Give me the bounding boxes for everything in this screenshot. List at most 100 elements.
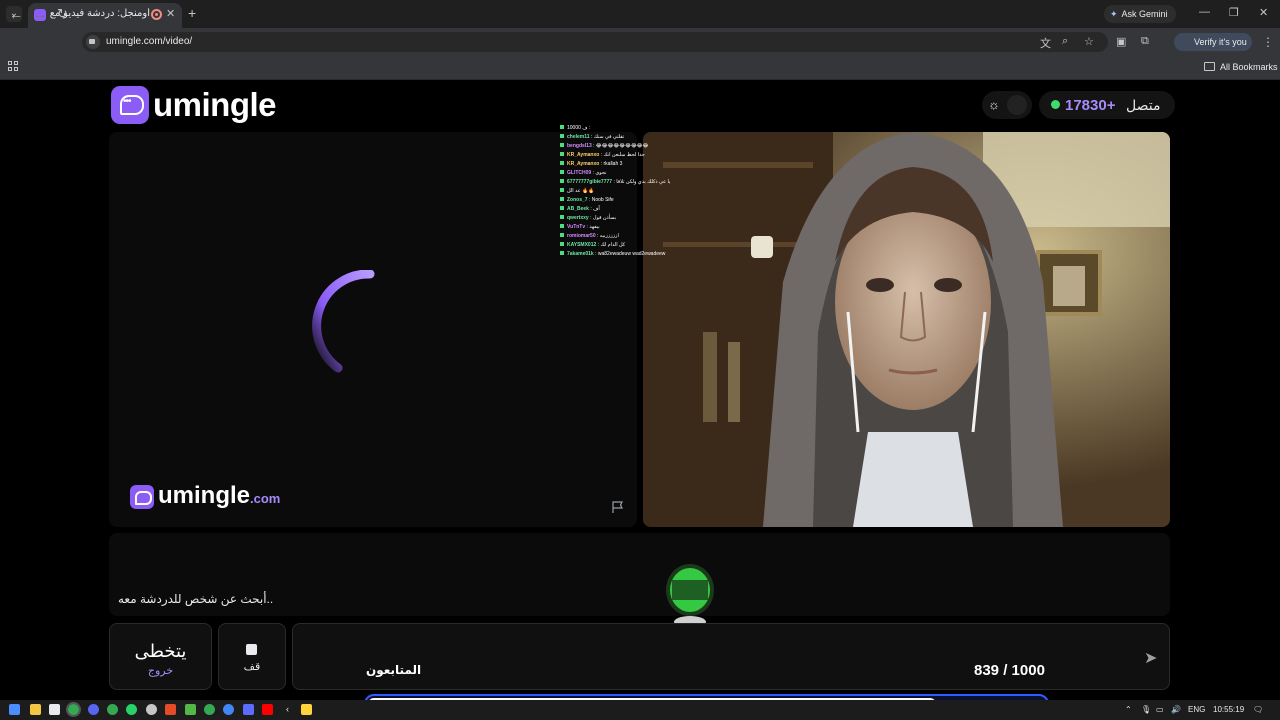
- chat-username: chelem11: [567, 134, 591, 140]
- close-tab-icon[interactable]: ✕: [166, 7, 175, 20]
- close-window-icon[interactable]: ✕: [1259, 6, 1268, 19]
- chrome-icon[interactable]: [107, 704, 118, 715]
- umingle-logo-icon[interactable]: [111, 86, 149, 124]
- chat-overlay-line: 67777777gibie7777 : يا عي ذكلك بدي ولكن …: [560, 178, 670, 187]
- chat-message: : آف: [590, 206, 600, 212]
- chrome-profile-icon[interactable]: [204, 704, 215, 715]
- back-arrow-icon[interactable]: ←: [9, 6, 23, 22]
- forward-arrow-icon[interactable]: →: [33, 6, 47, 22]
- searching-status-text: ..أبحث عن شخص للدردشة معه: [118, 592, 274, 606]
- zoom-icon[interactable]: ⌕: [1062, 35, 1068, 48]
- chat-badge-icon: [560, 125, 564, 129]
- tray-chevron-icon[interactable]: ⌃: [1125, 705, 1132, 714]
- notifications-icon[interactable]: 🗨: [1253, 705, 1263, 714]
- bookmark-star-icon[interactable]: ☆: [1084, 35, 1094, 48]
- chat-overlay-line: Zonos_7 : Noob Sife: [560, 196, 614, 205]
- verify-its-you-button[interactable]: Verify it's you: [1174, 33, 1252, 51]
- app-icon[interactable]: [243, 704, 254, 715]
- chat-message: : نجوى: [592, 170, 607, 176]
- minecraft-icon[interactable]: [185, 704, 196, 715]
- translate-icon[interactable]: 文: [1040, 35, 1051, 51]
- discord-icon[interactable]: [88, 704, 99, 715]
- chat-badge-icon: [560, 224, 564, 228]
- minimize-window-icon[interactable]: —: [1199, 6, 1210, 18]
- loading-spinner: [312, 270, 375, 373]
- chat-message: : يا عي ذكلك بدي ولكن تلاقا: [613, 179, 671, 185]
- chat-message: : ازززززبيه: [597, 233, 619, 239]
- chat-overlay-line: chelem11 : تقلتي في ستك: [560, 133, 624, 142]
- chrome-profile-2-icon[interactable]: [223, 704, 234, 715]
- chat-badge-icon: [560, 170, 564, 174]
- chat-message: : بسأذن قول: [590, 215, 617, 221]
- report-flag-icon[interactable]: [610, 500, 624, 514]
- store-icon[interactable]: [49, 704, 60, 715]
- watermark-name: umingle: [158, 482, 251, 509]
- notes-icon[interactable]: [301, 704, 312, 715]
- chat-overlay-line: romiomar50 : ازززززبيه: [560, 232, 619, 241]
- chrome-active-icon[interactable]: [66, 702, 81, 717]
- skip-button-label[interactable]: يتخطى: [109, 641, 212, 662]
- apps-grid-icon[interactable]: [8, 61, 18, 71]
- restore-window-icon[interactable]: ❐: [1229, 6, 1239, 19]
- stream-sticker-image: [666, 564, 714, 628]
- capcut-icon[interactable]: ‹: [282, 704, 293, 715]
- chat-overlay-line: AB_Beek : آف: [560, 205, 600, 214]
- browser-menu-icon[interactable]: ⋮: [1262, 35, 1274, 49]
- followers-goal: 1000: [1011, 662, 1045, 679]
- ask-gemini-label: Ask Gemini: [1121, 9, 1168, 19]
- sun-icon: ☼: [988, 97, 1000, 112]
- whatsapp-icon[interactable]: [126, 704, 137, 715]
- send-message-icon[interactable]: ➤: [1144, 648, 1157, 668]
- site-logo-text[interactable]: umingle: [153, 86, 277, 124]
- chat-username: KAYSMX012: [567, 242, 598, 248]
- file-explorer-icon[interactable]: [30, 704, 41, 715]
- stop-square-icon[interactable]: [246, 644, 257, 655]
- chat-username: VuTnTv: [567, 224, 587, 230]
- chat-badge-icon: [560, 215, 564, 219]
- chat-username: qwertxxy: [567, 215, 591, 221]
- chat-overlay-line: bengdsl13 : 😂😂😂😂😂😂😂😂😂: [560, 142, 648, 151]
- chat-badge-icon: [560, 206, 564, 210]
- chat-badge-icon: [560, 152, 564, 156]
- chat-message-input[interactable]: [292, 623, 1170, 690]
- address-bar[interactable]: [82, 32, 1108, 52]
- chat-username: 67777777gibie7777: [567, 179, 614, 185]
- all-bookmarks-button[interactable]: All Bookmarks: [1204, 62, 1278, 72]
- chat-message: عد الل 🔥🔥: [567, 188, 595, 194]
- browser-tab[interactable]: أومنجل: دردشة فيديو مع الغرباء ✕: [28, 3, 182, 28]
- network-icon[interactable]: ▭: [1156, 705, 1164, 714]
- stream-chat-overlay: ف 10000 : chelem11 : تقلتي في ستك bengdsl1…: [560, 124, 738, 258]
- chat-badge-icon: [560, 188, 564, 192]
- chat-overlay-line: KR_Aymanxo : rkallah 3: [560, 160, 622, 169]
- chat-badge-icon: [560, 143, 564, 147]
- brave-icon[interactable]: [165, 704, 176, 715]
- chat-username: AB_Beek: [567, 206, 591, 212]
- watermark-text: umingle.com: [158, 482, 280, 510]
- extension-icon[interactable]: ▣: [1116, 35, 1126, 48]
- stop-button-label[interactable]: قف: [218, 660, 286, 673]
- url-text[interactable]: umingle.com/video/: [106, 36, 192, 47]
- site-info-icon[interactable]: [86, 35, 100, 49]
- chat-username: bengdsl13: [567, 143, 594, 149]
- stop-button[interactable]: [218, 623, 286, 690]
- settings-gear-icon[interactable]: [146, 704, 157, 715]
- system-clock[interactable]: 10:55:19: [1213, 705, 1244, 714]
- chat-badge-icon: [560, 251, 564, 255]
- chat-message: : تقلتي في ستك: [590, 134, 625, 140]
- extensions-puzzle-icon[interactable]: ⧉: [1141, 35, 1149, 48]
- skip-button-sublabel[interactable]: خروج: [109, 664, 212, 677]
- volume-icon[interactable]: 🔊: [1171, 705, 1181, 714]
- new-tab-button[interactable]: +: [188, 5, 196, 21]
- chat-overlay-line: ف 10000 :: [560, 124, 590, 133]
- youtube-icon[interactable]: [262, 704, 273, 715]
- theme-toggle-knob: [1007, 95, 1027, 115]
- chat-badge-icon: [560, 161, 564, 165]
- chat-message: : كل الدام لك: [597, 242, 626, 248]
- microphone-icon[interactable]: 🎙: [1141, 705, 1151, 714]
- chat-message: ف 10000 :: [567, 125, 591, 131]
- input-language[interactable]: ENG: [1188, 705, 1205, 714]
- start-windows-icon[interactable]: [9, 704, 20, 715]
- ask-gemini-button[interactable]: ✦ Ask Gemini: [1104, 5, 1176, 23]
- chat-message: : بيفهد: [586, 224, 600, 230]
- reload-icon[interactable]: ↻: [57, 6, 68, 22]
